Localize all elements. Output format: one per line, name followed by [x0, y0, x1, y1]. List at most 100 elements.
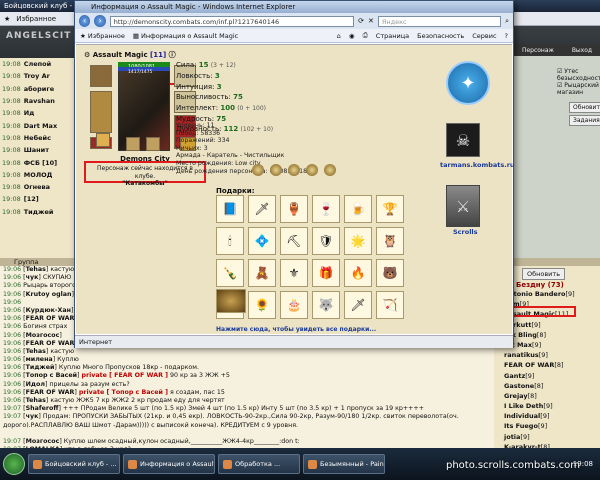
home-icon[interactable]: ⌂: [337, 32, 341, 40]
player-name[interactable]: Grejay: [504, 392, 528, 400]
chat-user[interactable]: FEAR OF WAR: [26, 315, 75, 322]
belt-slot-1[interactable]: [96, 133, 110, 147]
buff-icon[interactable]: [252, 164, 264, 176]
player-name[interactable]: Dart Max: [24, 122, 57, 130]
list-item[interactable]: 19:08 Troy Ar: [0, 70, 80, 82]
chat-user[interactable]: Тиджей: [26, 364, 55, 371]
menu-security[interactable]: Безопасность: [417, 32, 464, 40]
player-name[interactable]: ranatikus: [504, 351, 539, 359]
player-name[interactable]: абориге: [24, 85, 54, 93]
gift-item-icon[interactable]: 🛡: [312, 227, 340, 255]
player-name[interactable]: Шанит: [24, 146, 49, 154]
buff-icon[interactable]: [306, 164, 318, 176]
buff-icon[interactable]: [324, 164, 336, 176]
helmet-slot[interactable]: [90, 65, 112, 87]
list-item[interactable]: 19:08 Dart Max: [0, 119, 80, 131]
gift-item-icon[interactable]: 🐺: [312, 291, 340, 319]
scrolls-emblem-icon[interactable]: ⚔: [446, 185, 480, 227]
gift-item-icon[interactable]: 🐻: [376, 259, 404, 287]
gift-item-icon[interactable]: 🗡: [344, 291, 372, 319]
gift-item-icon[interactable]: 🧸: [248, 259, 276, 287]
gift-item-icon[interactable]: 🍺: [344, 195, 372, 223]
player-name[interactable]: Gastone: [504, 382, 534, 390]
update-list-button[interactable]: Обновить: [522, 268, 566, 280]
player-name[interactable]: FEAR OF WAR: [504, 361, 554, 369]
chat-user[interactable]: Shaferoff: [26, 405, 59, 412]
list-item[interactable]: Its Fuego[9]: [494, 421, 600, 431]
checkbox-shop[interactable]: ☑ Рыцарский магазин: [513, 82, 600, 96]
gift-item-icon[interactable]: 🏺: [280, 195, 308, 223]
menu-page[interactable]: Страница: [376, 32, 409, 40]
tab-personazh[interactable]: Персонаж: [522, 47, 554, 54]
feed-icon[interactable]: ◉: [349, 32, 355, 40]
chat-user[interactable]: FEAR OF WAR: [26, 389, 75, 396]
gift-item-icon[interactable]: 🌟: [344, 227, 372, 255]
gift-item-icon[interactable]: 🍷: [312, 195, 340, 223]
chat-user[interactable]: Идол: [26, 381, 45, 388]
tasks-button[interactable]: Задания: [569, 115, 600, 126]
player-name[interactable]: ФСБ [10]: [24, 159, 57, 167]
list-item[interactable]: 19:08 МОЛОД: [0, 169, 80, 181]
list-item[interactable]: jotia[9]: [494, 432, 600, 442]
taskbar-item-game[interactable]: Бойцовский клуб - ...: [28, 454, 120, 474]
player-name[interactable]: Тиджей: [24, 208, 54, 216]
chat-user[interactable]: чук: [26, 413, 39, 420]
gift-item-icon[interactable]: 🏹: [376, 291, 404, 319]
chat-user[interactable]: Tehas: [26, 266, 46, 273]
player-name[interactable]: Ид: [24, 109, 35, 117]
taskbar-item-paint[interactable]: Безымянный - Paint: [303, 454, 385, 474]
gift-item-icon[interactable]: 🎁: [312, 259, 340, 287]
back-icon[interactable]: ‹: [79, 15, 91, 27]
menu-tools[interactable]: Сервис: [472, 32, 496, 40]
gift-item-icon[interactable]: 🕯: [216, 227, 244, 255]
player-name[interactable]: Its Fuego: [504, 422, 538, 430]
popup-favorites-button[interactable]: ★ Избранное: [80, 32, 125, 40]
belt-slot-2[interactable]: [126, 137, 140, 151]
player-name[interactable]: Небейс: [24, 134, 51, 142]
player-name[interactable]: [12]: [24, 195, 39, 203]
player-name[interactable]: Individual: [504, 412, 540, 420]
list-item[interactable]: Individual[9]: [494, 411, 600, 421]
gift-item-icon[interactable]: 🗡: [248, 195, 276, 223]
list-item[interactable]: 19:08 Слепой: [0, 58, 80, 70]
bg-favorites-button[interactable]: Избранное: [16, 15, 56, 23]
gift-chest-icon[interactable]: [216, 289, 246, 313]
refresh-button[interactable]: Обновить: [569, 102, 600, 113]
gift-item-icon[interactable]: 🔥: [344, 259, 372, 287]
gift-item-icon[interactable]: ⚜: [280, 259, 308, 287]
chat-user[interactable]: Krutoy oglan: [26, 291, 72, 298]
taskbar-item-processing[interactable]: Обработка ...: [218, 454, 300, 474]
chat-user[interactable]: милена: [26, 356, 53, 363]
clan-link[interactable]: tarmans.kombats.ru: [440, 161, 515, 169]
gift-item-icon[interactable]: 🦉: [376, 227, 404, 255]
player-name[interactable]: Gantz: [504, 372, 525, 380]
chat-user[interactable]: Tehas: [26, 348, 46, 355]
chat-user[interactable]: Курдюк-Хан: [26, 307, 71, 314]
refresh-icon[interactable]: ⟳: [358, 17, 364, 25]
info-icon[interactable]: ⓘ: [169, 51, 176, 59]
star-icon[interactable]: ★: [4, 15, 10, 23]
clan-emblem-icon[interactable]: ✦: [446, 61, 490, 105]
belt-slot-3[interactable]: [146, 137, 160, 151]
gift-item-icon[interactable]: ⛏: [280, 227, 308, 255]
chat-user[interactable]: Tehas: [26, 397, 46, 404]
list-item[interactable]: 19:08 Небейс: [0, 132, 80, 144]
player-name[interactable]: Troy Ar: [24, 72, 50, 80]
list-item[interactable]: ranatikus[9]: [494, 350, 600, 360]
gift-item-icon[interactable]: 🏆: [376, 195, 404, 223]
gift-item-icon[interactable]: 🎂: [280, 291, 308, 319]
player-name[interactable]: Огнева: [24, 183, 50, 191]
chat-user[interactable]: чук: [26, 274, 39, 281]
list-item[interactable]: 19:08 Ravshan: [0, 95, 80, 107]
print-icon[interactable]: ⎙: [363, 31, 368, 40]
forward-icon[interactable]: ›: [94, 15, 106, 27]
tab-vyhod[interactable]: Выход: [572, 47, 592, 54]
weapon-slot[interactable]: [90, 91, 112, 133]
list-item[interactable]: Grejay[8]: [494, 391, 600, 401]
start-button[interactable]: [3, 453, 25, 475]
player-name[interactable]: Ravshan: [24, 97, 55, 105]
gift-item-icon[interactable]: 🌻: [248, 291, 276, 319]
list-item[interactable]: Gastone[8]: [494, 381, 600, 391]
chat-user[interactable]: FEAR OF WAR: [26, 340, 75, 347]
player-name[interactable]: Слепой: [24, 60, 51, 68]
